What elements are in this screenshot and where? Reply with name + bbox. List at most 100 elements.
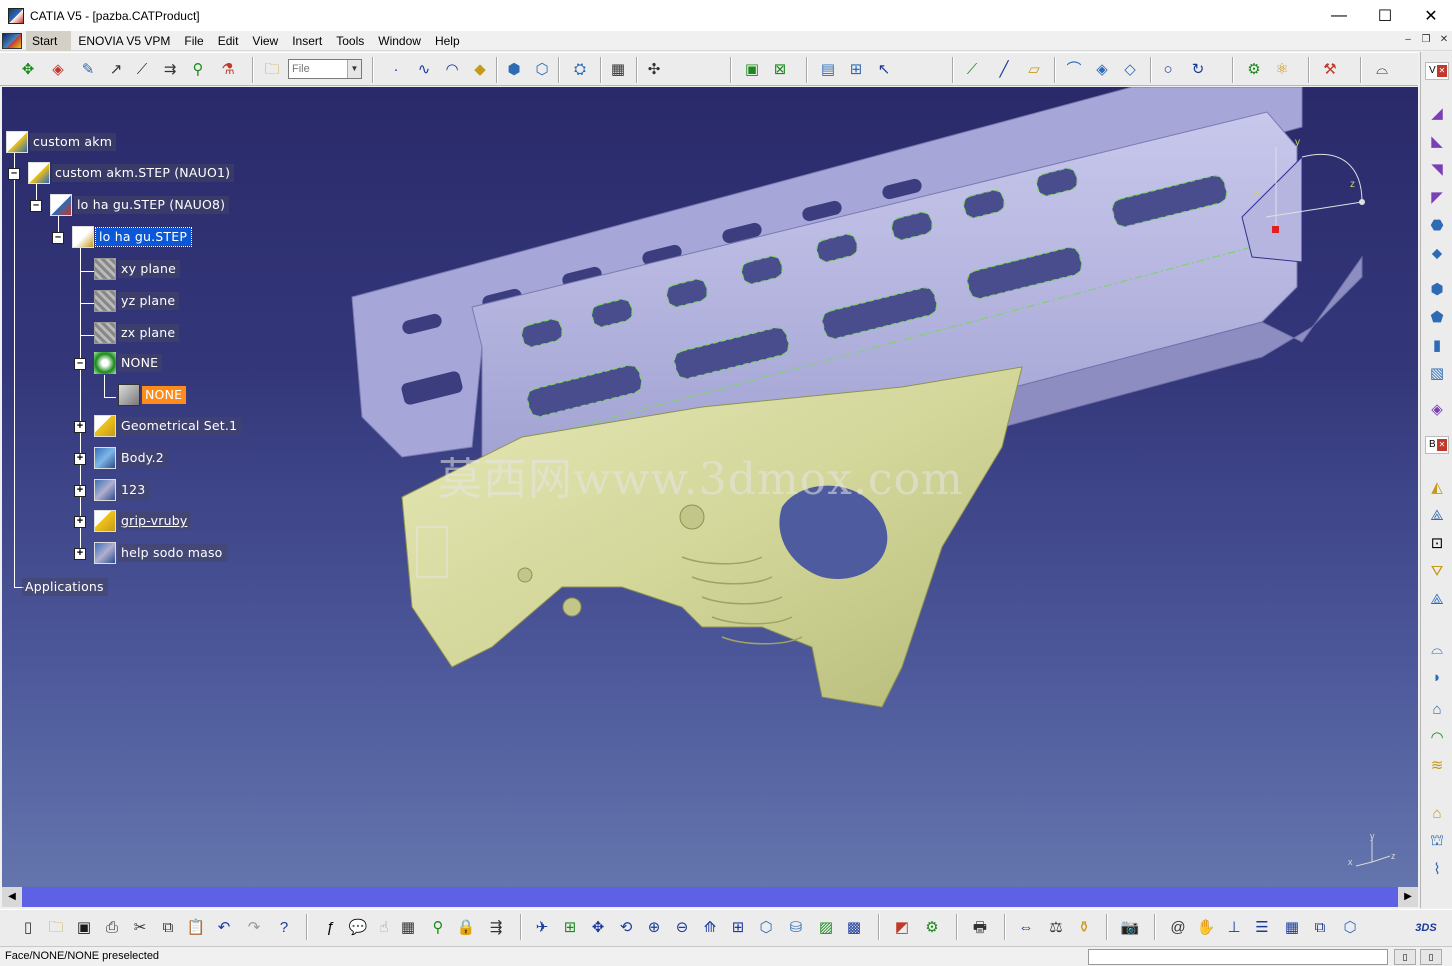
- expand-icon[interactable]: +: [74, 421, 86, 433]
- knowledge-icon[interactable]: ⚛: [1272, 60, 1292, 80]
- manipulate-icon[interactable]: ✎: [78, 60, 98, 80]
- tree-icon[interactable]: ⚲: [428, 918, 448, 938]
- copy-icon[interactable]: ⧉: [158, 918, 178, 938]
- replace-face-icon[interactable]: ⌂: [1426, 698, 1448, 720]
- tree-node-body-2[interactable]: Body.2: [94, 447, 168, 469]
- gear-icon[interactable]: ⚙: [1244, 60, 1264, 80]
- tools-icon[interactable]: ⚒: [1320, 60, 1340, 80]
- box-wire-icon[interactable]: ⊠: [770, 60, 790, 80]
- extrude-icon[interactable]: ⬢: [504, 60, 524, 80]
- collapse-icon[interactable]: –: [74, 358, 86, 370]
- rib-icon[interactable]: ⬥: [1426, 242, 1448, 264]
- circle-icon[interactable]: ◠: [442, 60, 462, 80]
- line2-icon[interactable]: ╱: [994, 60, 1014, 80]
- command-input[interactable]: [1088, 949, 1388, 965]
- workbench-b-tab[interactable]: B ✕: [1425, 436, 1449, 454]
- multi-section-icon[interactable]: ▧: [1426, 362, 1448, 384]
- revolve-icon[interactable]: ⬡: [532, 60, 552, 80]
- mdi-restore-button[interactable]: ❐: [1418, 33, 1434, 47]
- thickness-icon[interactable]: ⟁: [1426, 588, 1448, 610]
- menu-edit[interactable]: Edit: [211, 31, 246, 51]
- hand-view-icon[interactable]: ✋: [1196, 918, 1216, 938]
- normal-view-icon[interactable]: ⟰: [700, 918, 720, 938]
- tree-node-123[interactable]: 123: [94, 479, 150, 501]
- print-screen-icon[interactable]: 🖶: [970, 918, 990, 938]
- surface-icon[interactable]: ⛭: [570, 60, 590, 80]
- measure-icon[interactable]: ⇔: [1016, 918, 1036, 938]
- menu-help[interactable]: Help: [428, 31, 467, 51]
- close-icon[interactable]: ✕: [1437, 439, 1447, 451]
- tree-node-custom-akm-step[interactable]: custom akm.STEP (NAUO1): [28, 162, 235, 184]
- menu-insert[interactable]: Insert: [285, 31, 329, 51]
- shell-icon[interactable]: ⛛: [1426, 560, 1448, 582]
- expand-icon[interactable]: +: [74, 453, 86, 465]
- snap-icon[interactable]: ◈: [48, 60, 68, 80]
- paste-icon[interactable]: 📋: [186, 918, 206, 938]
- fix-icon[interactable]: ⚲: [188, 60, 208, 80]
- collapse-icon[interactable]: –: [30, 200, 42, 212]
- constraint-icon[interactable]: ↗: [106, 60, 126, 80]
- open-icon[interactable]: 🗀: [46, 918, 66, 938]
- menu-start[interactable]: Start: [26, 30, 72, 51]
- draft-icon[interactable]: ⊡: [1426, 532, 1448, 554]
- grid-icon[interactable]: ▦: [608, 60, 628, 80]
- spiral-icon[interactable]: ↻: [1188, 60, 1208, 80]
- shaft-icon[interactable]: ◥: [1426, 158, 1448, 180]
- spline-icon[interactable]: ∿: [414, 60, 434, 80]
- move-icon[interactable]: ✥: [18, 60, 38, 80]
- 3d-icon[interactable]: ⬡: [1340, 918, 1360, 938]
- groove-icon[interactable]: ◤: [1426, 186, 1448, 208]
- camera-icon[interactable]: 📷: [1120, 918, 1140, 938]
- arrange-icon[interactable]: ⇶: [486, 918, 506, 938]
- collapse-icon[interactable]: –: [52, 232, 64, 244]
- whats-this-icon[interactable]: ?: [274, 918, 294, 938]
- fill-icon[interactable]: ◈: [1092, 60, 1112, 80]
- new-icon[interactable]: ▯: [18, 918, 38, 938]
- axis-icon[interactable]: ⊥: [1224, 918, 1244, 938]
- status-button-2[interactable]: ▯: [1420, 949, 1442, 965]
- status-button-1[interactable]: ▯: [1394, 949, 1416, 965]
- tree-node-none-body[interactable]: NONE: [118, 384, 187, 406]
- chevron-down-icon[interactable]: ▼: [347, 60, 361, 78]
- fit-all-icon[interactable]: ⊞: [560, 918, 580, 938]
- chamfer-icon[interactable]: ⟁: [1426, 504, 1448, 526]
- help-cursor-icon[interactable]: ↖: [874, 60, 894, 80]
- zoom-out-icon[interactable]: ⊖: [672, 918, 692, 938]
- tree-node-xy-plane[interactable]: xy plane: [94, 258, 181, 280]
- pocket-icon[interactable]: ◣: [1426, 130, 1448, 152]
- sweep-icon[interactable]: ⌒: [1064, 60, 1084, 80]
- tree-node-lo-ha-gu-part[interactable]: lo ha gu.STEP: [72, 226, 193, 248]
- undo-icon[interactable]: ↶: [214, 918, 234, 938]
- menu-file[interactable]: File: [177, 31, 210, 51]
- line-icon[interactable]: ⟋: [962, 60, 982, 80]
- parallelogram-icon[interactable]: ▱: [1024, 60, 1044, 80]
- table-icon[interactable]: ▦: [398, 918, 418, 938]
- thick-surface-icon[interactable]: ≋: [1426, 754, 1448, 776]
- gear-settings-icon[interactable]: ⚙: [922, 918, 942, 938]
- hole-icon[interactable]: ⬣: [1426, 214, 1448, 236]
- material-icon[interactable]: ◩: [892, 918, 912, 938]
- curve-icon[interactable]: ⌓: [1372, 60, 1392, 80]
- blend-icon[interactable]: ◇: [1120, 60, 1140, 80]
- stiffener-icon[interactable]: ⬟: [1426, 306, 1448, 328]
- tree-node-help-sodo-maso[interactable]: help sodo maso: [94, 542, 227, 564]
- cut-icon[interactable]: ✂: [130, 918, 150, 938]
- zoom-in-icon[interactable]: ⊕: [644, 918, 664, 938]
- multi-icon[interactable]: ⊞: [846, 60, 866, 80]
- comment-icon[interactable]: 💬: [348, 918, 368, 938]
- layer-icon[interactable]: ⧉: [1310, 918, 1330, 938]
- circle-wire-icon[interactable]: ○: [1158, 60, 1178, 80]
- menu-window[interactable]: Window: [371, 31, 428, 51]
- close-surface-icon[interactable]: ⌂: [1426, 802, 1448, 824]
- formula-icon[interactable]: ƒ: [320, 918, 340, 938]
- offset-icon[interactable]: ⟋: [132, 60, 152, 80]
- multi-view-icon[interactable]: ⊞: [728, 918, 748, 938]
- expand-icon[interactable]: +: [74, 516, 86, 528]
- tree-node-yz-plane[interactable]: yz plane: [94, 290, 180, 312]
- menu-tools[interactable]: Tools: [329, 31, 371, 51]
- hand-icon[interactable]: ☝: [374, 918, 394, 938]
- close-icon[interactable]: ✕: [1437, 65, 1447, 77]
- expand-icon[interactable]: +: [74, 485, 86, 497]
- fly-icon[interactable]: ✈: [532, 918, 552, 938]
- analysis-icon[interactable]: ⚗: [218, 60, 238, 80]
